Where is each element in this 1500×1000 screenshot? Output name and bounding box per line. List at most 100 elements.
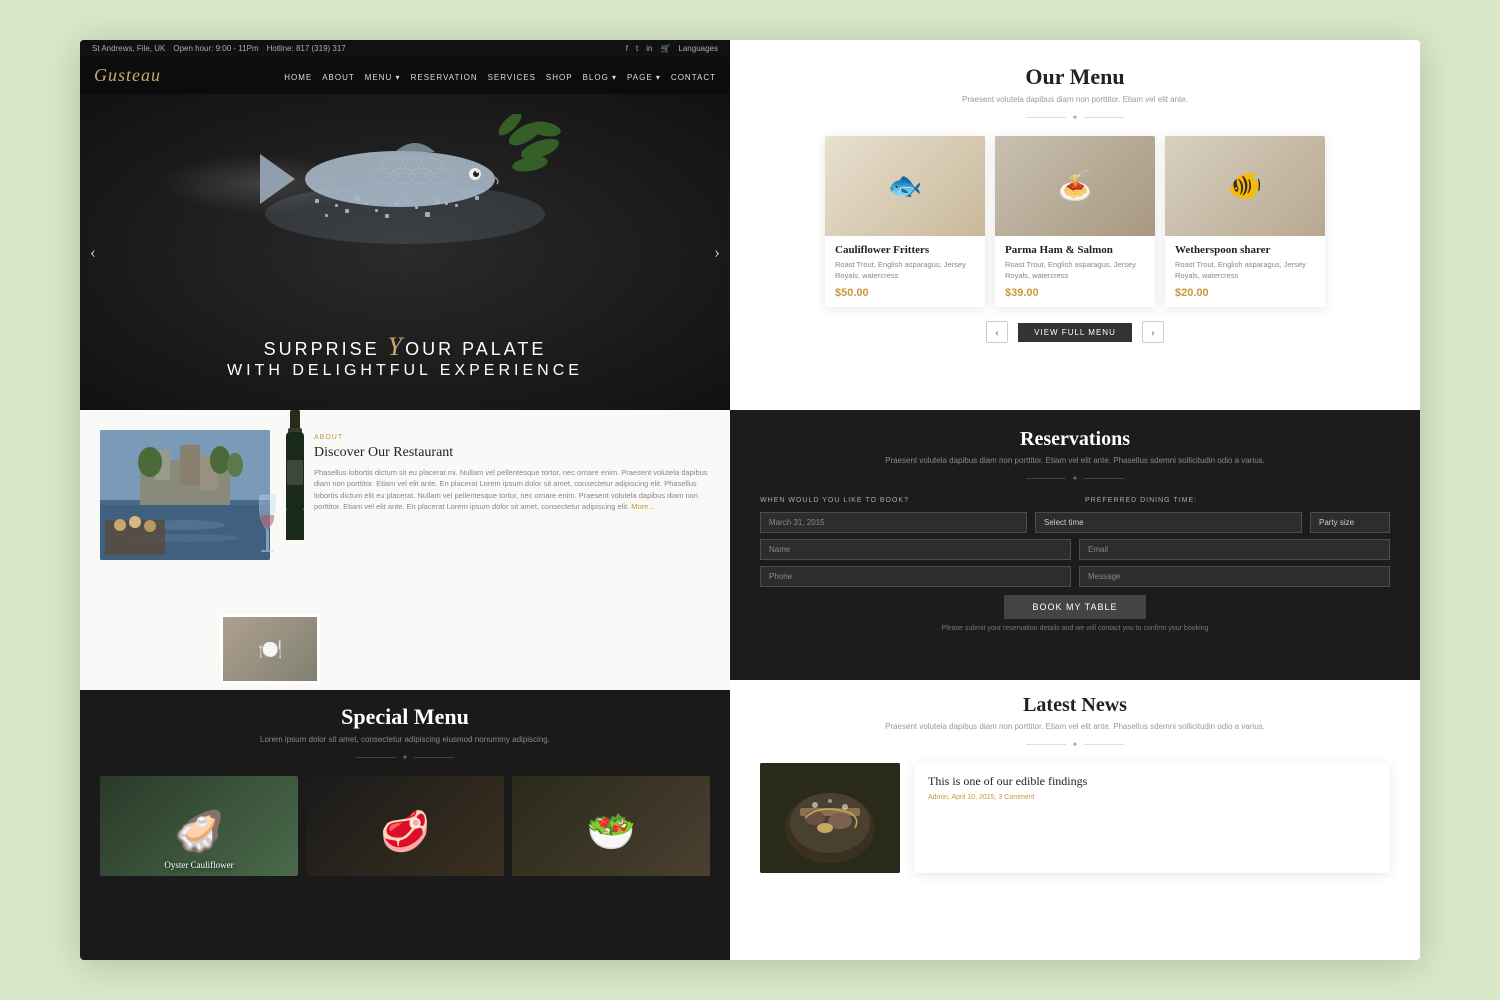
news-article-image (760, 763, 900, 873)
name-input[interactable] (760, 539, 1071, 560)
discover-text: Phasellus lobortis dictum sit eu placera… (314, 467, 710, 512)
special-card-bg-1: 🥩 (306, 776, 504, 876)
party-size-select[interactable]: Party size (1310, 512, 1390, 533)
when-label: WHEN WOULD YOU LIKE TO BOOK? (760, 497, 1065, 504)
topbar-hotline: Hotline: 817 (319) 317 (267, 44, 346, 53)
hero-text: SURPRISE YOUR PALATE WITH DELIGHTFUL EXP… (80, 332, 730, 380)
menu-card-price-1: $39.00 (1005, 287, 1145, 299)
discover-content: About Discover Our Restaurant Phasellus … (314, 430, 710, 674)
special-card-0: 🦪 Oyster Cauliflower (100, 776, 298, 876)
menu-card-1: 🍝 Parma Ham & Salmon Roast Trout, Englis… (995, 136, 1155, 307)
special-menu-title: Special Menu (100, 704, 710, 730)
topbar-address: St Andrews, File, UK (92, 44, 165, 53)
discover-tag: About (314, 434, 710, 441)
menu-cards-container: 🐟 Cauliflower Fritters Roast Trout, Engl… (750, 136, 1400, 307)
hero-subtitle: WITH DELIGHTFUL EXPERIENCE (80, 362, 730, 380)
menu-card-title-1: Parma Ham & Salmon (1005, 244, 1145, 256)
nav-reservation[interactable]: RESERVATION (411, 67, 478, 85)
book-button-row: Book my table (760, 595, 1390, 619)
phone-input[interactable] (760, 566, 1071, 587)
menu-card-body-1: Parma Ham & Salmon Roast Trout, English … (995, 236, 1155, 307)
hero-prev-arrow[interactable]: ‹ (90, 242, 96, 263)
reservations-divider: ✦ (760, 474, 1390, 483)
nav-about[interactable]: ABOUT (322, 67, 355, 85)
menu-card-image-0: 🐟 (825, 136, 985, 236)
nav-links: HOME ABOUT MENU ▾ RESERVATION SERVICES S… (284, 67, 716, 85)
reservation-note: Please submit your reservation details a… (760, 625, 1390, 632)
reservation-row-3 (760, 566, 1390, 587)
discover-images: 🍽️ (100, 430, 300, 674)
nav-home[interactable]: HOME (284, 67, 312, 85)
latest-news-subtitle: Praesent volutela dapibus diam non portt… (760, 721, 1390, 732)
preferred-label: PREFERRED DINING TIME: (1085, 497, 1390, 504)
reservation-row-1: Select time Party size (760, 512, 1390, 533)
menu-card-body-2: Wetherspoon sharer Roast Trout, English … (1165, 236, 1325, 307)
main-layout: St Andrews, File, UK Open hour: 9:00 - 1… (80, 40, 1420, 960)
topbar-hours: Open hour: 9:00 - 11Pm (173, 44, 258, 53)
special-card-2: 🥗 (512, 776, 710, 876)
instagram-icon[interactable]: in (646, 44, 652, 53)
time-select[interactable]: Select time (1035, 512, 1302, 533)
latest-news-section: Latest News Praesent volutela dapibus di… (730, 680, 1420, 960)
menu-section-subtitle: Praesent volutela dapibus diam non portt… (750, 94, 1400, 105)
hero-tagline: SURPRISE YOUR PALATE (80, 332, 730, 362)
special-menu-cards: 🦪 Oyster Cauliflower 🥩 🥗 (100, 776, 710, 876)
nav-services[interactable]: SERVICES (488, 67, 536, 85)
special-menu-section: Special Menu Lorem ipsum dolor sit amet,… (80, 690, 730, 960)
nav-shop[interactable]: SHOP (546, 67, 573, 85)
special-card-1: 🥩 (306, 776, 504, 876)
our-menu-section: Our Menu Praesent volutela dapibus diam … (730, 40, 1420, 410)
view-full-menu-button[interactable]: View Full Menu (1018, 323, 1132, 342)
hero-fish-image (235, 114, 575, 274)
menu-section-title: Our Menu (750, 64, 1400, 90)
discover-section: 🍽️ (80, 410, 730, 690)
discover-scene-svg (100, 430, 270, 560)
language-selector[interactable]: Languages (678, 44, 718, 53)
wine-bottle-image (280, 410, 310, 540)
navigation: Gusteau HOME ABOUT MENU ▾ RESERVATION SE… (80, 57, 730, 94)
menu-card-0: 🐟 Cauliflower Fritters Roast Trout, Engl… (825, 136, 985, 307)
nav-contact[interactable]: CONTACT (671, 67, 716, 85)
menu-navigation: ‹ View Full Menu › (750, 321, 1400, 343)
cart-icon[interactable]: 🛒 (660, 44, 670, 53)
menu-card-desc-2: Roast Trout, English asparagus, Jersey R… (1175, 260, 1315, 281)
special-card-label-0: Oyster Cauliflower (100, 860, 298, 870)
news-text-card: This is one of our edible findings Admin… (914, 763, 1390, 873)
discover-title: Discover Our Restaurant (314, 445, 710, 461)
fb-icon[interactable]: f (626, 44, 628, 53)
menu-card-desc-0: Roast Trout, English asparagus, Jersey R… (835, 260, 975, 281)
discover-more-link[interactable]: More... (631, 502, 654, 511)
menu-card-price-0: $50.00 (835, 287, 975, 299)
menu-card-2: 🐠 Wetherspoon sharer Roast Trout, Englis… (1165, 136, 1325, 307)
nav-page[interactable]: PAGE ▾ (627, 67, 661, 85)
site-logo[interactable]: Gusteau (94, 65, 161, 86)
message-input[interactable] (1079, 566, 1390, 587)
menu-prev-arrow[interactable]: ‹ (986, 321, 1008, 343)
menu-card-image-1: 🍝 (995, 136, 1155, 236)
discover-main-image (100, 430, 270, 560)
topbar-right: f t in 🛒 Languages (626, 44, 718, 53)
nav-blog[interactable]: BLOG ▾ (583, 67, 617, 85)
book-table-button[interactable]: Book my table (1004, 595, 1145, 619)
special-menu-divider: ✦ (100, 753, 710, 762)
email-input[interactable] (1079, 539, 1390, 560)
latest-news-title: Latest News (760, 694, 1390, 717)
nav-menu[interactable]: MENU ▾ (365, 67, 401, 85)
twitter-icon[interactable]: t (636, 44, 638, 53)
topbar: St Andrews, File, UK Open hour: 9:00 - 1… (80, 40, 730, 57)
reservations-title: Reservations (760, 428, 1390, 451)
news-image-svg (760, 763, 900, 873)
menu-card-desc-1: Roast Trout, English asparagus, Jersey R… (1005, 260, 1145, 281)
special-card-bg-2: 🥗 (512, 776, 710, 876)
menu-card-title-0: Cauliflower Fritters (835, 244, 975, 256)
date-input[interactable] (760, 512, 1027, 533)
hero-next-arrow[interactable]: › (714, 242, 720, 263)
topbar-left: St Andrews, File, UK Open hour: 9:00 - 1… (92, 44, 346, 53)
reservation-labels: WHEN WOULD YOU LIKE TO BOOK? PREFERRED D… (760, 497, 1390, 504)
latest-news-divider: ✦ (760, 740, 1390, 749)
reservations-subtitle: Praesent volutela dapibus diam non portt… (760, 455, 1390, 466)
hero-image: SURPRISE YOUR PALATE WITH DELIGHTFUL EXP… (80, 94, 730, 410)
menu-next-arrow[interactable]: › (1142, 321, 1164, 343)
news-article-title: This is one of our edible findings (928, 773, 1376, 790)
special-menu-subtitle: Lorem ipsum dolor sit amet, consectetur … (100, 734, 710, 745)
